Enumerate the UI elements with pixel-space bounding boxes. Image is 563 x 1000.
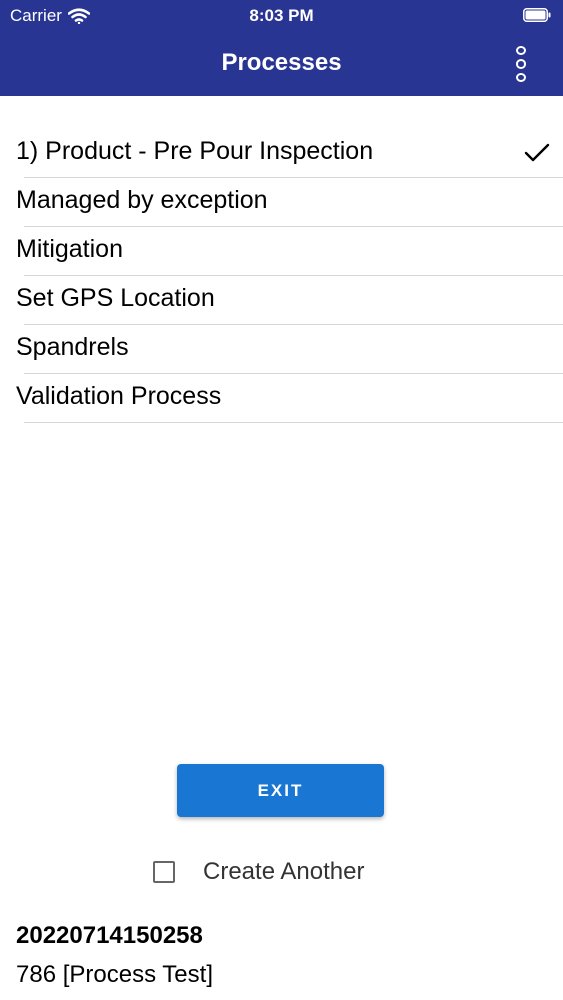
more-options-button[interactable] (509, 44, 533, 84)
process-item-label: Set GPS Location (16, 284, 215, 312)
more-vertical-icon-dot (516, 46, 526, 56)
process-item-product-pre-pour-inspection[interactable]: 1) Product - Pre Pour Inspection (0, 129, 563, 178)
process-list: 1) Product - Pre Pour Inspection Managed… (0, 129, 563, 423)
exit-button[interactable]: EXIT (177, 764, 384, 817)
status-bar: Carrier 8:03 PM (0, 0, 563, 32)
create-another-toggle[interactable]: Create Another (153, 858, 364, 886)
process-item-validation-process[interactable]: Validation Process (0, 374, 563, 423)
page-title: Processes (221, 49, 342, 76)
create-another-label: Create Another (203, 858, 365, 885)
record-name: 786 [Process Test] (16, 961, 213, 988)
list-divider (24, 422, 563, 423)
app-header: Carrier 8:03 PM Processes (0, 0, 563, 96)
process-item-spandrels[interactable]: Spandrels (0, 325, 563, 374)
record-id: 20220714150258 (16, 922, 203, 949)
process-item-label: Managed by exception (16, 186, 268, 214)
process-item-label: Validation Process (16, 382, 222, 410)
process-item-mitigation[interactable]: Mitigation (0, 227, 563, 276)
process-item-managed-by-exception[interactable]: Managed by exception (0, 178, 563, 227)
process-item-label: Spandrels (16, 333, 129, 361)
create-another-checkbox[interactable] (153, 861, 175, 883)
process-item-set-gps-location[interactable]: Set GPS Location (0, 276, 563, 325)
checkmark-icon (524, 143, 550, 162)
process-item-label: Mitigation (16, 235, 123, 263)
more-vertical-icon-dot (516, 72, 526, 82)
more-vertical-icon-dot (516, 59, 526, 69)
app-screen: Carrier 8:03 PM Processes 1) Product - P… (0, 0, 563, 1000)
battery-icon (523, 8, 551, 22)
status-time: 8:03 PM (249, 6, 314, 25)
process-item-label: 1) Product - Pre Pour Inspection (16, 137, 374, 165)
